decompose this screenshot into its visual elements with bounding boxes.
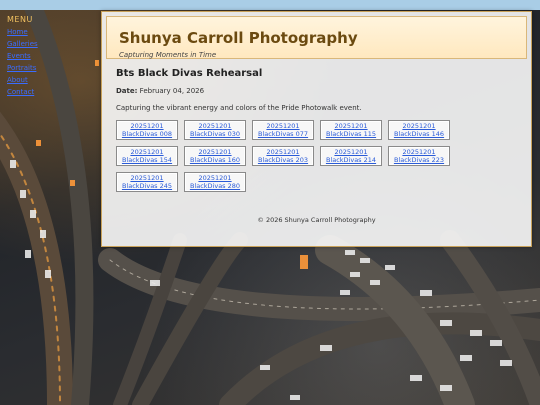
post-date-value: February 04, 2026 bbox=[139, 87, 205, 95]
gallery-thumb[interactable]: 20251201 BlackDivas 160 bbox=[184, 146, 246, 166]
gallery-thumb[interactable]: 20251201 BlackDivas 154 bbox=[116, 146, 178, 166]
gallery-thumb[interactable]: 20251201 BlackDivas 214 bbox=[320, 146, 382, 166]
menu-item-about[interactable]: About bbox=[7, 76, 47, 84]
page-footer: © 2026 Shunya Carroll Photography bbox=[257, 216, 376, 224]
thumb-caption-line2[interactable]: BlackDivas 223 bbox=[394, 156, 444, 164]
post-date: Date: February 04, 2026 bbox=[116, 87, 517, 95]
gallery-thumb[interactable]: 20251201 BlackDivas 280 bbox=[184, 172, 246, 192]
thumb-caption-line1[interactable]: 20251201 bbox=[266, 122, 299, 130]
thumb-caption[interactable]: 20251201 BlackDivas 245 bbox=[122, 174, 172, 190]
menu-title: MENU bbox=[7, 15, 33, 24]
thumb-caption-line1[interactable]: 20251201 bbox=[402, 148, 435, 156]
menu-item-portraits[interactable]: Portraits bbox=[7, 64, 47, 72]
menu-item-home[interactable]: Home bbox=[7, 28, 47, 36]
thumb-caption-line2[interactable]: BlackDivas 280 bbox=[190, 182, 240, 190]
thumb-caption-line1[interactable]: 20251201 bbox=[198, 148, 231, 156]
thumb-caption-line2[interactable]: BlackDivas 214 bbox=[326, 156, 376, 164]
thumb-caption-line2[interactable]: BlackDivas 008 bbox=[122, 130, 172, 138]
thumb-caption-line1[interactable]: 20251201 bbox=[266, 148, 299, 156]
gallery-thumb[interactable]: 20251201 BlackDivas 203 bbox=[252, 146, 314, 166]
gallery-thumb[interactable]: 20251201 BlackDivas 223 bbox=[388, 146, 450, 166]
thumb-caption-line2[interactable]: BlackDivas 203 bbox=[258, 156, 308, 164]
thumb-caption-line1[interactable]: 20251201 bbox=[130, 122, 163, 130]
thumb-caption[interactable]: 20251201 BlackDivas 008 bbox=[122, 122, 172, 138]
gallery-thumb[interactable]: 20251201 BlackDivas 008 bbox=[116, 120, 178, 140]
thumb-caption-line1[interactable]: 20251201 bbox=[334, 122, 367, 130]
thumb-caption-line1[interactable]: 20251201 bbox=[130, 148, 163, 156]
thumb-caption-line1[interactable]: 20251201 bbox=[198, 174, 231, 182]
gallery-thumb[interactable]: 20251201 BlackDivas 245 bbox=[116, 172, 178, 192]
thumb-caption-line1[interactable]: 20251201 bbox=[402, 122, 435, 130]
thumb-caption-line2[interactable]: BlackDivas 146 bbox=[394, 130, 444, 138]
site-tagline: Capturing Moments in Time bbox=[119, 51, 217, 59]
menu-item-events[interactable]: Events bbox=[7, 52, 47, 60]
thumb-caption-line2[interactable]: BlackDivas 030 bbox=[190, 130, 240, 138]
thumb-caption[interactable]: 20251201 BlackDivas 160 bbox=[190, 148, 240, 164]
content-panel: Shunya Carroll Photography Capturing Mom… bbox=[101, 11, 532, 247]
thumb-caption[interactable]: 20251201 BlackDivas 203 bbox=[258, 148, 308, 164]
thumb-caption-line2[interactable]: BlackDivas 160 bbox=[190, 156, 240, 164]
thumb-caption[interactable]: 20251201 BlackDivas 223 bbox=[394, 148, 444, 164]
thumb-caption-line1[interactable]: 20251201 bbox=[130, 174, 163, 182]
side-menu: MENU Home Galleries Events Portraits Abo… bbox=[7, 15, 47, 100]
site-title[interactable]: Shunya Carroll Photography bbox=[119, 29, 526, 47]
post-article: Bts Black Divas Rehearsal Date: February… bbox=[102, 68, 531, 224]
thumb-caption-line2[interactable]: BlackDivas 245 bbox=[122, 182, 172, 190]
thumb-caption[interactable]: 20251201 BlackDivas 115 bbox=[326, 122, 376, 138]
thumb-caption[interactable]: 20251201 BlackDivas 214 bbox=[326, 148, 376, 164]
gallery-thumb[interactable]: 20251201 BlackDivas 030 bbox=[184, 120, 246, 140]
thumb-caption[interactable]: 20251201 BlackDivas 154 bbox=[122, 148, 172, 164]
photo-gallery: 20251201 BlackDivas 008 20251201 BlackDiva… bbox=[116, 120, 517, 192]
top-bar bbox=[0, 0, 540, 10]
post-description: Capturing the vibrant energy and colors … bbox=[116, 104, 362, 112]
thumb-caption-line2[interactable]: BlackDivas 077 bbox=[258, 130, 308, 138]
thumb-caption[interactable]: 20251201 BlackDivas 146 bbox=[394, 122, 444, 138]
post-date-label: Date: bbox=[116, 87, 138, 95]
post-title: Bts Black Divas Rehearsal bbox=[116, 68, 263, 79]
thumb-caption-line2[interactable]: BlackDivas 115 bbox=[326, 130, 376, 138]
thumb-caption-line2[interactable]: BlackDivas 154 bbox=[122, 156, 172, 164]
gallery-thumb[interactable]: 20251201 BlackDivas 115 bbox=[320, 120, 382, 140]
thumb-caption[interactable]: 20251201 BlackDivas 030 bbox=[190, 122, 240, 138]
thumb-caption[interactable]: 20251201 BlackDivas 077 bbox=[258, 122, 308, 138]
menu-item-galleries[interactable]: Galleries bbox=[7, 40, 47, 48]
thumb-caption-line1[interactable]: 20251201 bbox=[334, 148, 367, 156]
gallery-thumb[interactable]: 20251201 BlackDivas 146 bbox=[388, 120, 450, 140]
site-header: Shunya Carroll Photography Capturing Mom… bbox=[106, 16, 527, 59]
gallery-thumb[interactable]: 20251201 BlackDivas 077 bbox=[252, 120, 314, 140]
menu-item-contact[interactable]: Contact bbox=[7, 88, 47, 96]
thumb-caption-line1[interactable]: 20251201 bbox=[198, 122, 231, 130]
thumb-caption[interactable]: 20251201 BlackDivas 280 bbox=[190, 174, 240, 190]
